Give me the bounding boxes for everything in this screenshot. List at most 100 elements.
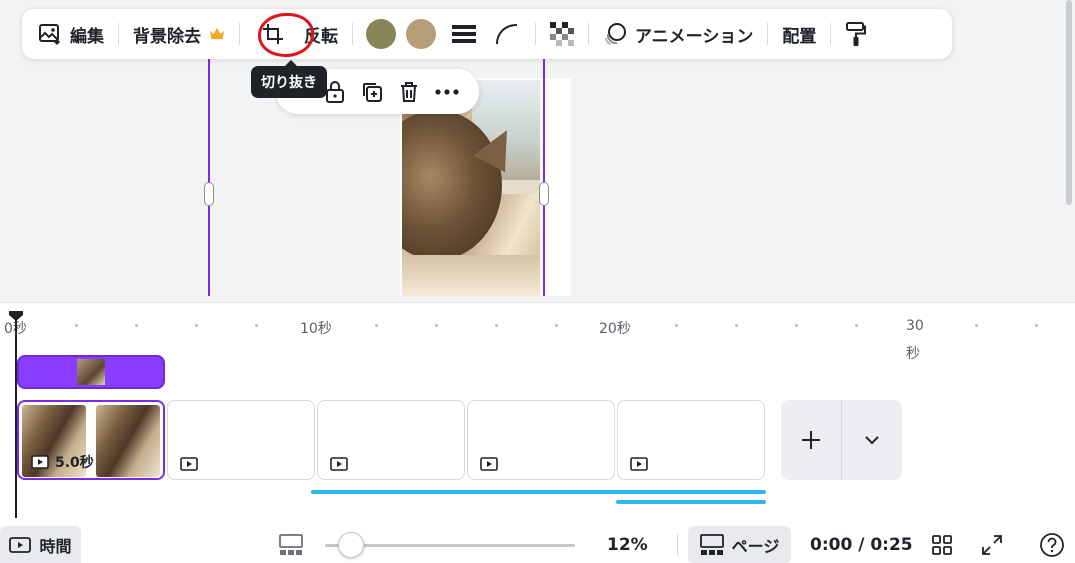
help-button[interactable] [1038, 531, 1066, 559]
playback-time: 0:00 / 0:25 [810, 535, 913, 555]
timeline-clip-3[interactable] [317, 400, 465, 480]
color-swatch-olive[interactable] [366, 19, 396, 49]
ruler-tick [1035, 324, 1038, 327]
clip-duration-label: 5.0秒 [55, 455, 94, 471]
toolbar-divider [830, 23, 832, 45]
toolbar-divider [535, 23, 536, 45]
selection-border-right [543, 40, 545, 296]
resize-handle-left[interactable] [204, 182, 214, 206]
video-play-icon [330, 457, 348, 471]
timeline-toggle-button[interactable]: 時間 [0, 526, 81, 563]
duplicate-icon[interactable] [360, 80, 384, 104]
image-toolbar: 編集 背景除去 反転 アニメーション 配置 [22, 9, 952, 59]
ruler-tick [555, 324, 558, 327]
ruler-label-20: 20秒 [599, 321, 631, 337]
selection-border-left [208, 40, 210, 296]
ruler-tick [135, 324, 138, 327]
video-play-icon [31, 455, 49, 469]
toolbar-divider [239, 23, 240, 45]
bottom-divider [677, 534, 678, 556]
animation-button[interactable]: アニメーション [597, 16, 759, 52]
ruler-tick [375, 324, 378, 327]
video-play-icon [630, 457, 648, 471]
audio-track-bar[interactable] [311, 490, 766, 494]
ruler-tick [855, 324, 858, 327]
chevron-down-icon [864, 435, 880, 445]
clip-thumbnail [96, 405, 160, 477]
toolbar-divider [118, 23, 119, 45]
trash-icon[interactable] [398, 80, 420, 104]
notes-view-button[interactable] [277, 531, 305, 559]
edit-image-icon [38, 22, 62, 46]
edit-button[interactable]: 編集 [32, 16, 110, 52]
scrollbar-thumb[interactable] [1066, 0, 1072, 205]
ruler-tick [195, 324, 198, 327]
playhead[interactable] [15, 318, 17, 518]
toolbar-divider [588, 23, 589, 45]
fullscreen-button[interactable] [978, 531, 1006, 559]
lock-icon[interactable] [324, 80, 346, 104]
audio-track-bar-2[interactable] [616, 500, 766, 504]
animation-icon [603, 22, 627, 46]
position-button[interactable]: 配置 [776, 16, 822, 52]
crop-highlight-annotation [258, 13, 314, 57]
timeline-clip-4[interactable] [467, 400, 615, 480]
page-view-button[interactable]: ページ [688, 526, 791, 563]
border-style-icon [451, 23, 477, 45]
fullscreen-icon [981, 534, 1003, 556]
page-view-label: ページ [731, 536, 780, 556]
ruler-tick [795, 324, 798, 327]
position-label: 配置 [782, 26, 817, 47]
timeline-clip-5[interactable] [617, 400, 765, 480]
corner-rounding-button[interactable] [487, 16, 527, 52]
overlay-track-thumbnail [77, 359, 105, 385]
border-style-button[interactable] [441, 16, 487, 52]
add-page-options-button[interactable] [842, 400, 902, 480]
layout-icon [279, 534, 303, 556]
zoom-slider-thumb[interactable] [338, 532, 364, 558]
vertical-scrollbar[interactable] [1063, 0, 1075, 300]
timeline-clip-2[interactable] [167, 400, 315, 480]
help-icon [1039, 532, 1065, 558]
video-play-icon [180, 457, 198, 471]
crown-icon [209, 27, 225, 41]
add-page-group [781, 400, 902, 480]
ruler-tick [495, 324, 498, 327]
more-options-icon[interactable] [434, 88, 460, 96]
page-layout-icon [699, 533, 724, 556]
corner-rounding-icon [495, 23, 519, 45]
ruler-tick [675, 324, 678, 327]
copy-style-button[interactable] [839, 16, 873, 52]
timeline-toggle-label: 時間 [39, 536, 72, 556]
transparency-icon [550, 22, 574, 46]
toolbar-divider [767, 23, 769, 45]
clip-duration: 5.0秒 [31, 452, 94, 472]
transparency-button[interactable] [544, 16, 580, 52]
ruler-label-30-unit: 秒 [906, 346, 920, 362]
ruler-tick [255, 324, 258, 327]
timeline-clip-1[interactable]: 5.0秒 [17, 400, 165, 480]
video-play-icon [480, 457, 498, 471]
ruler-tick [735, 324, 738, 327]
zoom-level[interactable]: 12% [607, 535, 648, 555]
video-play-icon [9, 536, 32, 553]
bg-remove-button[interactable]: 背景除去 [127, 16, 231, 52]
color-swatch-tan[interactable] [406, 19, 436, 49]
toolbar-divider [352, 23, 353, 45]
ruler-label-30: 30 [906, 318, 924, 334]
grid-icon [931, 534, 953, 556]
ruler-tick [435, 324, 438, 327]
ruler-label-10: 10秒 [300, 321, 332, 337]
ruler-tick [975, 324, 978, 327]
resize-handle-right[interactable] [539, 182, 549, 206]
paint-roller-icon [845, 21, 867, 47]
grid-view-button[interactable] [928, 531, 956, 559]
crop-tooltip: 切り抜き [251, 60, 327, 98]
overlay-track-clip[interactable] [17, 355, 165, 389]
add-page-button[interactable] [781, 400, 841, 480]
bg-remove-label: 背景除去 [133, 26, 201, 47]
edit-label: 編集 [70, 26, 104, 47]
photo-floor [402, 255, 540, 296]
animation-label: アニメーション [635, 26, 754, 47]
plus-icon [800, 429, 822, 451]
